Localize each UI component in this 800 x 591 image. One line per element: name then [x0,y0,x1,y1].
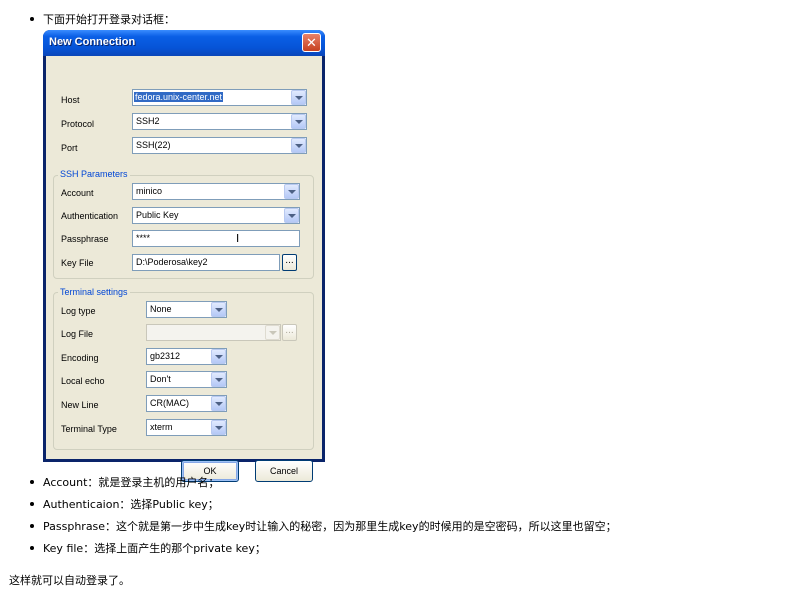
list-item: Key file：选择上面产生的那个private key； [30,540,266,556]
close-icon[interactable]: ✕ [302,33,321,52]
bullet-dot [30,524,34,528]
keyfile-field[interactable]: D:\Poderosa\key2 [132,254,280,271]
chevron-down-icon[interactable] [211,372,226,387]
encoding-combo[interactable]: gb2312 [146,348,227,365]
localecho-value: Don't [150,374,171,384]
logfile-browse-button[interactable]: ... [282,324,297,341]
terminal-type-label: Terminal Type [61,424,117,434]
cancel-button[interactable]: Cancel [255,460,313,482]
note-passphrase: Passphrase：这个就是第一步中生成key时让输入的秘密，因为那里生成ke… [43,520,617,533]
port-value: SSH(22) [136,140,171,150]
chevron-down-icon[interactable] [211,349,226,364]
chevron-down-icon[interactable] [284,208,299,223]
authentication-value: Public Key [136,210,179,220]
logtype-label: Log type [61,306,96,316]
bullet-dot [30,17,34,21]
dialog-titlebar[interactable]: New Connection ✕ [43,30,325,56]
host-combo[interactable]: fedora.unix-center.net [132,89,307,106]
encoding-value: gb2312 [150,351,181,361]
passphrase-value: **** [136,233,151,243]
chevron-down-icon[interactable] [211,396,226,411]
protocol-label: Protocol [61,119,95,129]
protocol-value: SSH2 [136,116,160,126]
protocol-combo[interactable]: SSH2 [132,113,307,130]
terminal-type-value: xterm [150,422,173,432]
authentication-combo[interactable]: Public Key [132,207,300,224]
footer-text: 这样就可以自动登录了。 [9,574,130,587]
ssh-parameters-title: SSH Parameters [58,169,130,179]
port-label: Port [61,143,78,153]
chevron-down-icon[interactable] [291,90,306,105]
chevron-down-icon[interactable] [291,114,306,129]
host-label: Host [61,95,80,105]
bullet-dot [30,480,34,484]
list-item: Authenticaion：选择Public key； [30,496,219,512]
text-cursor-icon: I [236,232,240,245]
localecho-combo[interactable]: Don't [146,371,227,388]
bullet-dot [30,546,34,550]
chevron-down-icon[interactable] [211,302,226,317]
intro-line: 下面开始打开登录对话框： [30,11,175,27]
newline-value: CR(MAC) [150,398,189,408]
logfile-label: Log File [61,329,94,339]
terminal-type-combo[interactable]: xterm [146,419,227,436]
logfile-combo[interactable] [146,324,281,341]
authentication-label: Authentication [61,211,119,221]
encoding-label: Encoding [61,353,99,363]
terminal-settings-title: Terminal settings [58,287,130,297]
keyfile-label: Key File [61,258,94,268]
port-combo[interactable]: SSH(22) [132,137,307,154]
keyfile-value: D:\Poderosa\key2 [136,257,208,267]
account-value: minico [136,186,163,196]
logtype-value: None [150,304,172,314]
host-value: fedora.unix-center.net [134,92,224,102]
passphrase-label: Passphrase [61,234,109,244]
list-item: Account：就是登录主机的用户名； [30,474,219,490]
newline-combo[interactable]: CR(MAC) [146,395,227,412]
keyfile-browse-button[interactable]: ... [282,254,297,271]
chevron-down-icon[interactable] [211,420,226,435]
newline-label: New Line [61,400,99,410]
list-item: Passphrase：这个就是第一步中生成key时让输入的秘密，因为那里生成ke… [30,518,617,534]
localecho-label: Local echo [61,376,105,386]
dialog-title: New Connection [49,36,136,48]
account-label: Account [61,188,94,198]
new-connection-dialog: New Connection ✕ Host fedora.unix-center… [43,30,325,482]
account-combo[interactable]: minico [132,183,300,200]
intro-text: 下面开始打开登录对话框： [43,13,175,26]
note-account: Account：就是登录主机的用户名； [43,476,220,489]
chevron-down-icon[interactable] [265,325,280,340]
dialog-client-area: Host fedora.unix-center.net Protocol SSH… [46,56,322,482]
passphrase-field[interactable]: **** [132,230,300,247]
note-authentication: Authenticaion：选择Public key； [43,498,219,511]
logtype-combo[interactable]: None [146,301,227,318]
chevron-down-icon[interactable] [291,138,306,153]
bullet-dot [30,502,34,506]
note-keyfile: Key file：选择上面产生的那个private key； [43,542,266,555]
chevron-down-icon[interactable] [284,184,299,199]
